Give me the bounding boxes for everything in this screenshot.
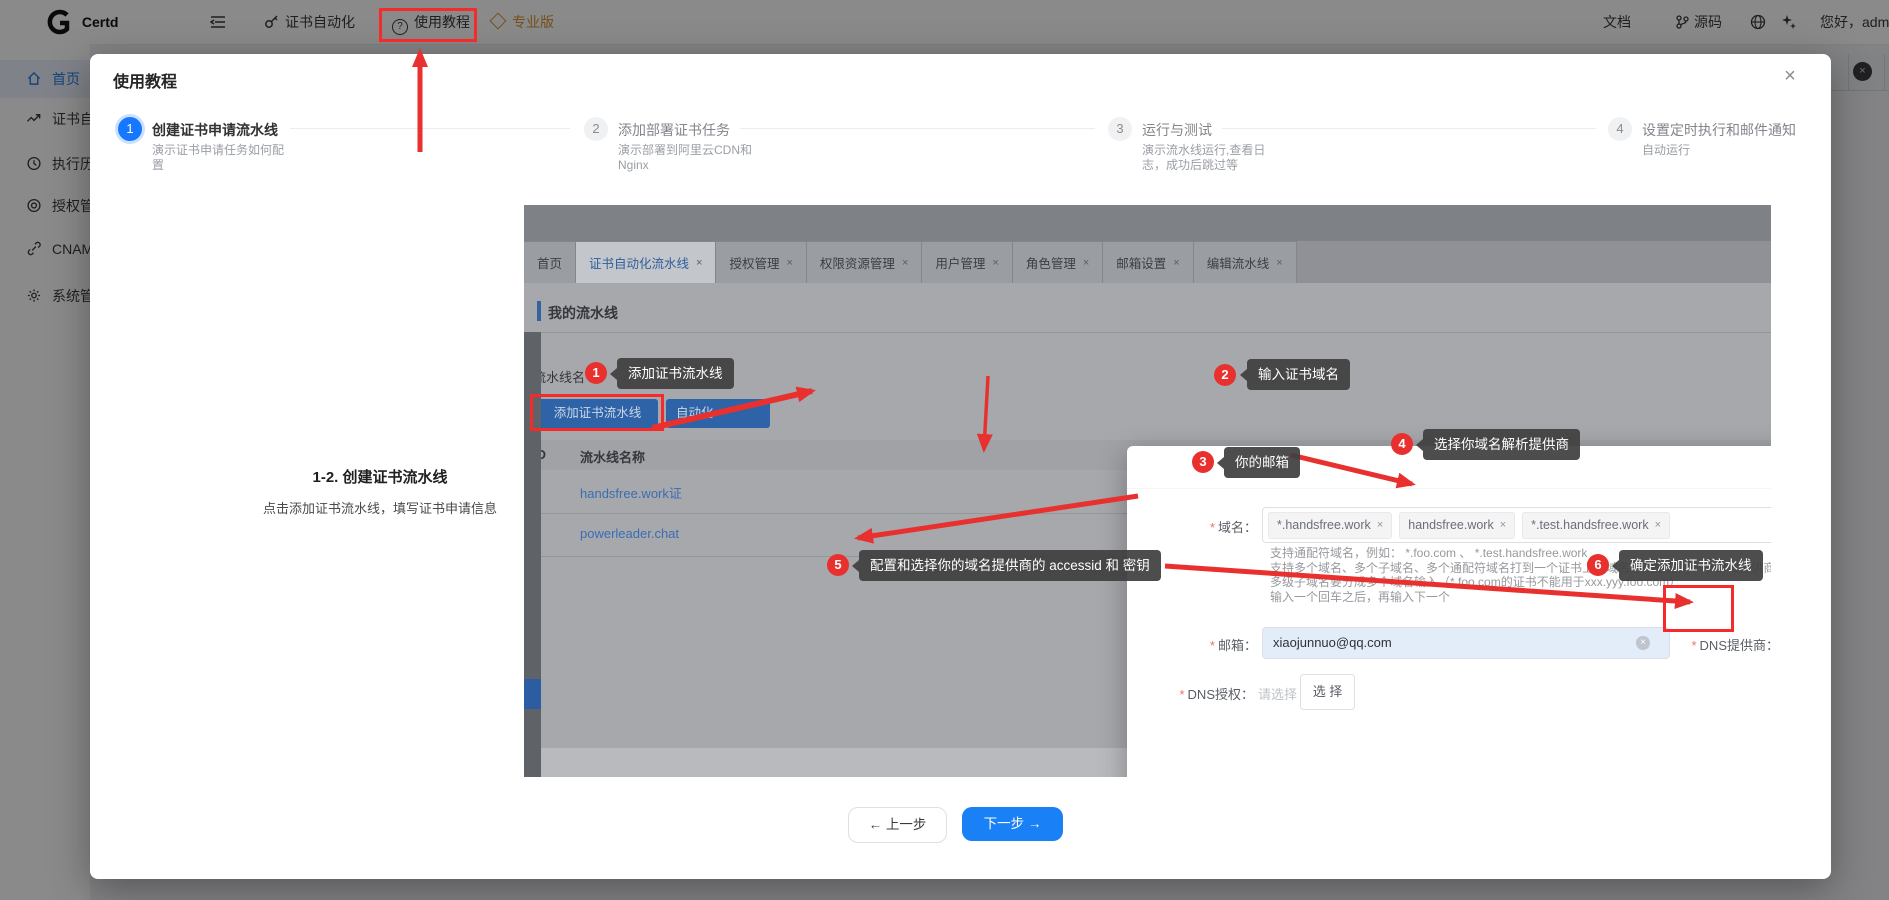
- dns-auth-select-button[interactable]: 选 择: [1300, 674, 1355, 710]
- dns-auth-label: *DNS授权：: [1157, 684, 1254, 703]
- step-number: 2: [584, 117, 608, 141]
- clear-input-icon[interactable]: ×: [1636, 636, 1650, 650]
- modal-title: 使用教程: [113, 68, 177, 92]
- email-field-label: *邮箱：: [1157, 635, 1257, 654]
- tab-close-icon[interactable]: ×: [786, 257, 792, 269]
- step-desc: 演示流水线运行,查看日志，成功后跳过等: [1142, 143, 1282, 173]
- step-connector: [290, 128, 570, 129]
- domain-tags-input[interactable]: *.handsfree.work× handsfree.work× *.test…: [1262, 507, 1771, 543]
- prev-step-button[interactable]: ← 上一步: [848, 807, 947, 843]
- title-accent-bar: [537, 301, 541, 321]
- inner-tabbar: 首页 证书自动化流水线 × 授权管理 × 权限资源管理 × 用户管理 × 角色管理 × 邮…: [524, 241, 1771, 283]
- modal-close-icon[interactable]: ×: [1776, 62, 1804, 90]
- create-pipeline-dialog: × *域名： *.handsfree.work× handsfree.work×…: [1127, 446, 1771, 777]
- inner-sidebar-dimmed: [524, 332, 541, 777]
- tab-label: 邮箱设置: [1116, 253, 1166, 272]
- required-asterisk: *: [1691, 638, 1696, 653]
- step-number: 3: [1108, 117, 1132, 141]
- step-number: 1: [118, 117, 142, 141]
- email-field[interactable]: xiaojunnuo@qq.com: [1262, 627, 1670, 659]
- tab-label: 用户管理: [935, 253, 985, 272]
- domain-help-text: 支持通配符域名，例如： *.foo.com 、 *.test.handsfree…: [1270, 546, 1771, 604]
- required-asterisk: *: [1210, 638, 1215, 653]
- tag-remove-icon[interactable]: ×: [1377, 519, 1383, 531]
- domain-field-label: *域名：: [1157, 517, 1257, 536]
- tab-close-icon[interactable]: ×: [1083, 257, 1089, 269]
- tab-email[interactable]: 邮箱设置 ×: [1103, 241, 1193, 283]
- tab-close-icon[interactable]: ×: [1173, 257, 1179, 269]
- next-step-button[interactable]: 下一步 →: [962, 807, 1063, 841]
- tab-label: 首页: [537, 253, 562, 272]
- step-title: 运行与测试: [1142, 120, 1212, 140]
- tab-close-icon[interactable]: ×: [992, 257, 998, 269]
- step-title: 创建证书申请流水线: [152, 120, 278, 140]
- step-desc: 自动运行: [1642, 143, 1802, 158]
- domain-tag: handsfree.work×: [1399, 512, 1515, 539]
- page-title: 我的流水线: [548, 303, 618, 323]
- step-desc: 演示部署到阿里云CDN和Nginx: [618, 143, 770, 173]
- tab-label: 角色管理: [1026, 253, 1076, 272]
- tab-close-icon[interactable]: ×: [902, 257, 908, 269]
- tag-remove-icon[interactable]: ×: [1655, 519, 1661, 531]
- divider: [1127, 488, 1771, 489]
- tab-label: 编辑流水线: [1207, 253, 1270, 272]
- required-asterisk: *: [1179, 687, 1184, 702]
- tab-close-icon[interactable]: ×: [696, 257, 702, 269]
- col-name: 流水线名称: [580, 447, 645, 466]
- dns-auth-placeholder: 请选择: [1258, 684, 1297, 703]
- tab-edit-pipeline[interactable]: 编辑流水线 ×: [1194, 241, 1297, 283]
- pipeline-link[interactable]: handsfree.work证: [580, 483, 682, 502]
- tutorial-screenshot-area: 首页 证书自动化流水线 × 授权管理 × 权限资源管理 × 用户管理 × 角色管理 × 邮…: [524, 205, 1771, 777]
- dns-provider-label: *DNS提供商：: [1657, 635, 1771, 654]
- tab-cert-pipeline[interactable]: 证书自动化流水线 ×: [576, 241, 716, 283]
- step-connector: [740, 128, 1095, 129]
- tag-remove-icon[interactable]: ×: [1500, 519, 1506, 531]
- inner-navbar-dimmed: [524, 205, 1771, 241]
- divider: [524, 332, 1771, 333]
- tab-label: 证书自动化流水线: [589, 253, 689, 272]
- step-title: 添加部署证书任务: [618, 120, 730, 140]
- step-connector: [1222, 128, 1596, 129]
- domain-tag: *.handsfree.work×: [1268, 512, 1392, 539]
- pipeline-link[interactable]: powerleader.chat: [580, 526, 679, 541]
- step-title: 设置定时执行和邮件通知: [1642, 120, 1796, 140]
- domain-tag: *.test.handsfree.work×: [1522, 512, 1670, 539]
- tab-auth[interactable]: 授权管理 ×: [716, 241, 806, 283]
- tutorial-modal: 使用教程 × 1 创建证书申请流水线 演示证书申请任务如何配置 2 添加部署证书…: [90, 54, 1831, 879]
- tutorial-note-heading: 1-2. 创建证书流水线: [250, 466, 510, 487]
- inner-sidebar-active-item: [524, 679, 541, 709]
- tab-label: 权限资源管理: [820, 253, 895, 272]
- tab-close-icon[interactable]: ×: [1276, 257, 1282, 269]
- step-number: 4: [1608, 117, 1632, 141]
- tab-users[interactable]: 用户管理 ×: [922, 241, 1012, 283]
- tab-roles[interactable]: 角色管理 ×: [1013, 241, 1103, 283]
- tab-home[interactable]: 首页: [524, 241, 576, 283]
- tab-perm[interactable]: 权限资源管理 ×: [807, 241, 922, 283]
- required-asterisk: *: [1210, 520, 1215, 535]
- auto-button[interactable]: 自动化: [666, 399, 770, 428]
- app-root: Certd 证书自动化 ?使用教程 专业版 文档 源码: [0, 0, 1889, 900]
- tutorial-note-sub: 点击添加证书流水线，填写证书申请信息: [215, 498, 545, 517]
- add-pipeline-button[interactable]: 添加证书流水线: [537, 399, 658, 428]
- step-desc: 演示证书申请任务如何配置: [152, 143, 294, 173]
- tab-label: 授权管理: [729, 253, 779, 272]
